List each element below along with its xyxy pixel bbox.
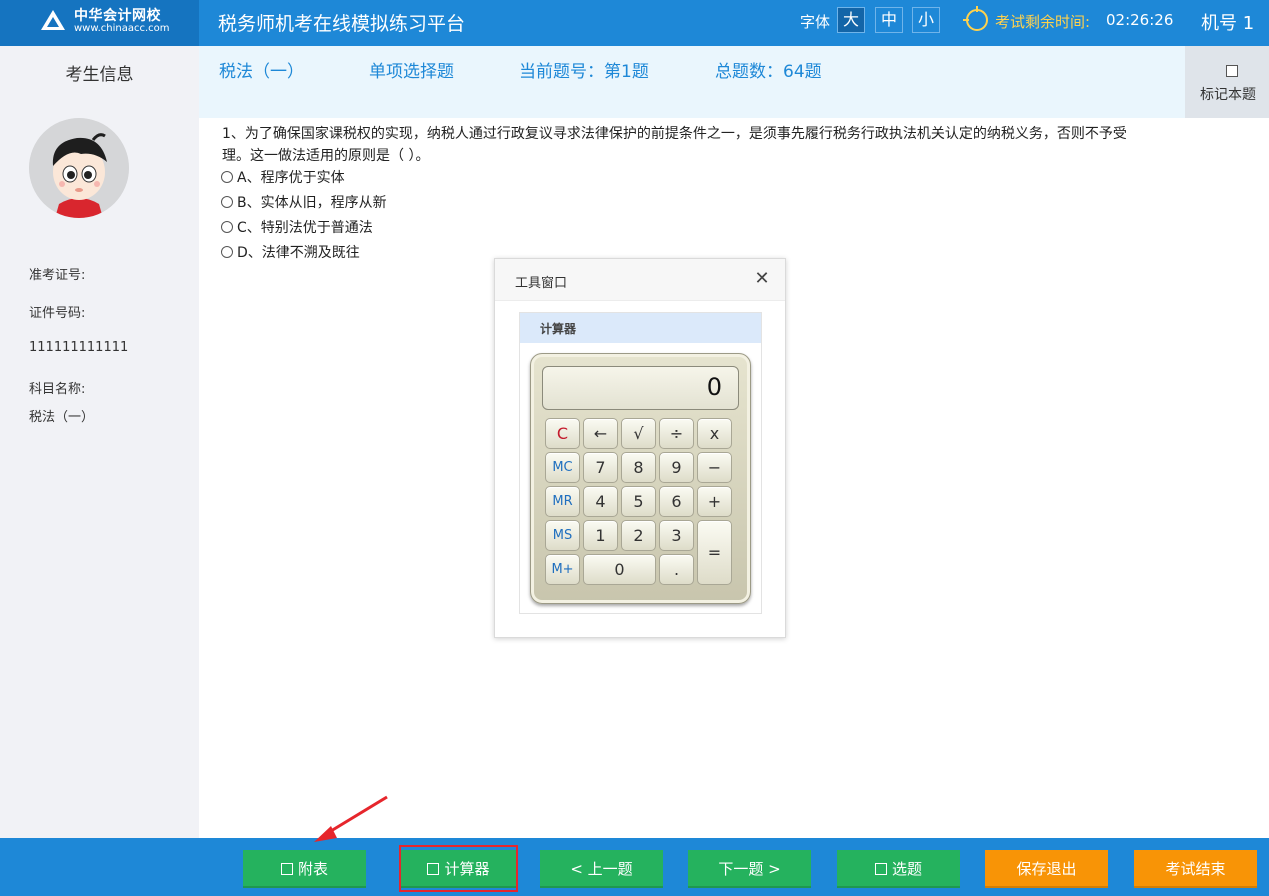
appendix-button[interactable]: 附表 — [243, 850, 366, 888]
logo: 中华会计网校 www.chinaacc.com — [0, 0, 199, 46]
mark-question-toggle[interactable]: 标记本题 — [1185, 46, 1269, 118]
calc-key-mc[interactable]: MC — [545, 452, 580, 483]
option-c-radio[interactable] — [221, 221, 233, 233]
calc-key-2[interactable]: 2 — [621, 520, 656, 551]
calculator-highlight-box — [399, 845, 518, 892]
logo-mark-icon — [41, 10, 65, 30]
timer-icon — [963, 6, 988, 31]
timer-value: 02:26:26 — [1106, 11, 1174, 29]
mark-label: 标记本题 — [1200, 87, 1256, 103]
calc-key-mplus[interactable]: M+ — [545, 554, 580, 585]
calc-key-5[interactable]: 5 — [621, 486, 656, 517]
option-d-radio[interactable] — [221, 246, 233, 258]
calculator-tab[interactable]: 计算器 — [520, 313, 761, 343]
calc-key-9[interactable]: 9 — [659, 452, 694, 483]
option-a-radio[interactable] — [221, 171, 233, 183]
tool-window[interactable]: 工具窗口 ✕ 计算器 0 C ← √ ÷ x MC 7 8 9 − MR 4 5… — [494, 258, 786, 638]
calc-key-ms[interactable]: MS — [545, 520, 580, 551]
calc-key-4[interactable]: 4 — [583, 486, 618, 517]
question-text: 1、为了确保国家课税权的实现，纳税人通过行政复议寻求法律保护的前提条件之一，是须… — [222, 123, 1269, 167]
question-line-2: 理。这一做法适用的原则是（ ）。 — [222, 148, 430, 164]
mark-checkbox[interactable] — [1226, 65, 1238, 77]
calculator-panel: 计算器 0 C ← √ ÷ x MC 7 8 9 − MR 4 5 6 + MS — [519, 312, 762, 614]
calc-key-8[interactable]: 8 — [621, 452, 656, 483]
calc-key-minus[interactable]: − — [697, 452, 732, 483]
select-question-button[interactable]: 选题 — [837, 850, 960, 888]
cert-number-value: 111111111111 — [29, 340, 129, 355]
question-info-bar: 税法（一） 单项选择题 当前题号：第1题 总题数：64题 — [199, 46, 1269, 118]
calc-key-multiply[interactable]: x — [697, 418, 732, 449]
tool-window-header[interactable]: 工具窗口 ✕ — [495, 259, 785, 301]
subject-value: 税法（一） — [29, 410, 95, 425]
cert-number-label: 证件号码: — [29, 306, 86, 321]
calc-key-6[interactable]: 6 — [659, 486, 694, 517]
font-medium-button[interactable]: 中 — [875, 7, 903, 33]
option-b[interactable]: B、实体从旧，程序从新 — [221, 192, 387, 212]
option-b-label: B、实体从旧，程序从新 — [237, 195, 387, 211]
info-current-question: 当前题号：第1题 — [519, 62, 649, 82]
appendix-label: 附表 — [297, 860, 328, 878]
option-a-label: A、程序优于实体 — [237, 170, 345, 186]
grid-icon — [874, 863, 887, 875]
calc-key-clear[interactable]: C — [545, 418, 580, 449]
font-large-button[interactable]: 大 — [837, 7, 865, 33]
timer-label: 考试剩余时间: — [995, 13, 1091, 31]
exam-id-label: 准考证号: — [29, 268, 86, 283]
calc-key-equals[interactable]: = — [697, 520, 732, 585]
top-header: 中华会计网校 www.chinaacc.com 税务师机考在线模拟练习平台 字体… — [0, 0, 1269, 46]
calc-key-1[interactable]: 1 — [583, 520, 618, 551]
calc-key-3[interactable]: 3 — [659, 520, 694, 551]
font-small-button[interactable]: 小 — [912, 7, 940, 33]
info-question-type: 单项选择题 — [369, 62, 454, 82]
end-exam-button[interactable]: 考试结束 — [1134, 850, 1257, 888]
sidebar-title: 考生信息 — [65, 65, 134, 85]
appendix-icon — [280, 863, 293, 875]
calculator-display-value: 0 — [706, 373, 722, 401]
app-title: 税务师机考在线模拟练习平台 — [218, 13, 466, 35]
calc-key-dot[interactable]: . — [659, 554, 694, 585]
machine-number: 机号 1 — [1201, 13, 1255, 34]
question-line-1: 1、为了确保国家课税权的实现，纳税人通过行政复议寻求法律保护的前提条件之一，是须… — [222, 126, 1127, 142]
calc-key-mr[interactable]: MR — [545, 486, 580, 517]
option-c[interactable]: C、特别法优于普通法 — [221, 217, 373, 237]
calc-key-7[interactable]: 7 — [583, 452, 618, 483]
calculator-tab-label: 计算器 — [540, 322, 577, 336]
tool-window-title: 工具窗口 — [515, 276, 568, 291]
calc-key-backspace[interactable]: ← — [583, 418, 618, 449]
logo-text: 中华会计网校 — [74, 8, 161, 24]
calculator-body: 0 C ← √ ÷ x MC 7 8 9 − MR 4 5 6 + MS 1 2… — [530, 353, 751, 604]
option-b-radio[interactable] — [221, 196, 233, 208]
info-subject: 税法（一） — [219, 62, 304, 82]
bottom-toolbar: 附表 计算器 < 上一题 下一题 > 选题 保存退出 考试结束 — [0, 838, 1269, 896]
calculator-display: 0 — [542, 366, 739, 410]
avatar-icon — [29, 118, 129, 218]
option-d[interactable]: D、法律不溯及既往 — [221, 242, 360, 262]
close-icon[interactable]: ✕ — [753, 269, 771, 289]
calc-key-plus[interactable]: + — [697, 486, 732, 517]
option-d-label: D、法律不溯及既往 — [237, 245, 360, 261]
calc-key-divide[interactable]: ÷ — [659, 418, 694, 449]
logo-url: www.chinaacc.com — [74, 23, 170, 34]
candidate-sidebar: 考生信息 准考证号: 证件号码: 111111111111 科目名称: 税法（一… — [0, 46, 199, 838]
font-size-label: 字体 — [800, 13, 831, 31]
save-exit-button[interactable]: 保存退出 — [985, 850, 1108, 888]
calc-key-sqrt[interactable]: √ — [621, 418, 656, 449]
option-c-label: C、特别法优于普通法 — [237, 220, 373, 236]
subject-label: 科目名称: — [29, 382, 86, 397]
option-a[interactable]: A、程序优于实体 — [221, 167, 345, 187]
info-total-questions: 总题数：64题 — [715, 62, 822, 82]
next-question-button[interactable]: 下一题 > — [688, 850, 811, 888]
select-question-label: 选题 — [891, 860, 922, 878]
avatar — [29, 118, 129, 218]
calc-key-0[interactable]: 0 — [583, 554, 656, 585]
prev-question-button[interactable]: < 上一题 — [540, 850, 663, 888]
